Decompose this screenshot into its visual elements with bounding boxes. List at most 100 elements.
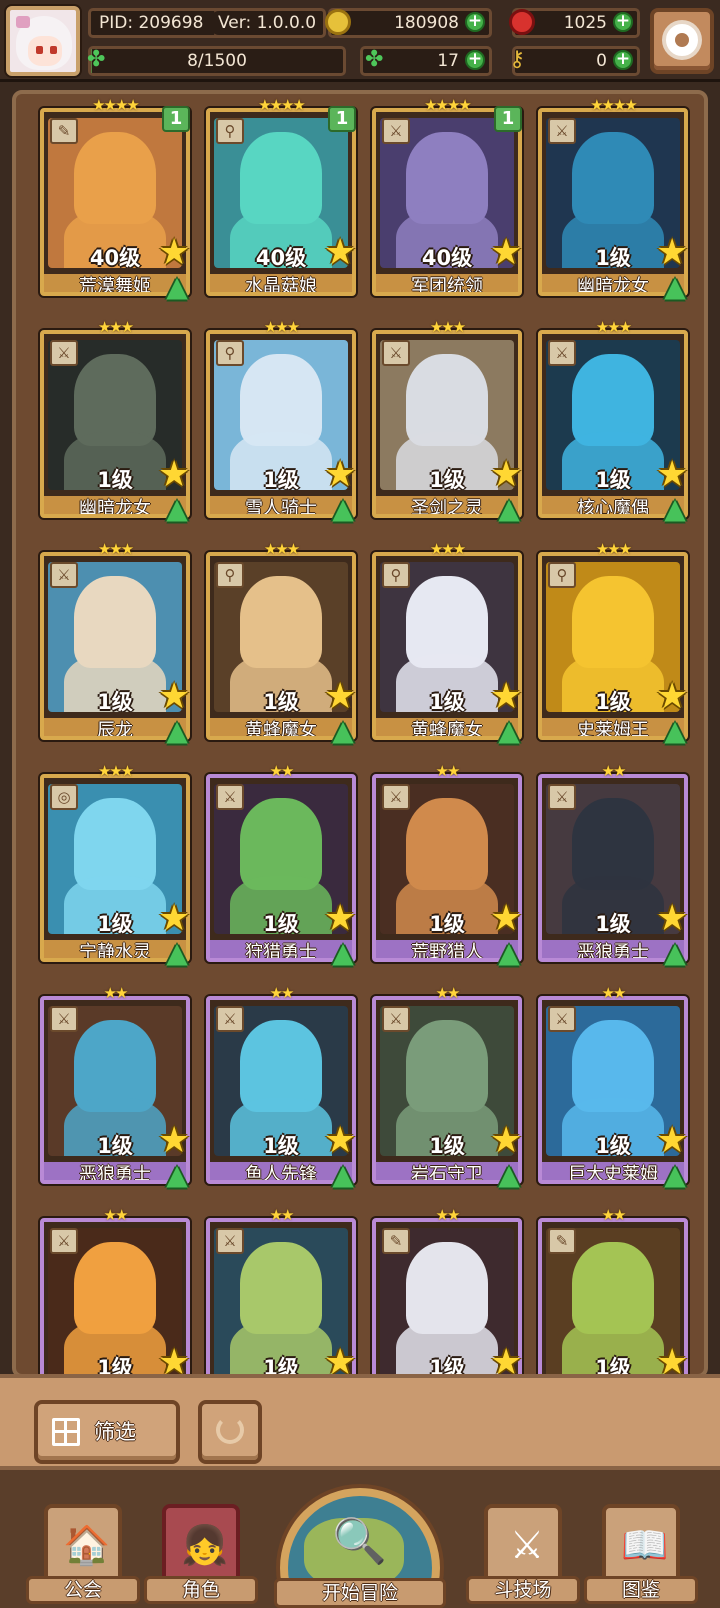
nav-character-label: 角色: [144, 1576, 258, 1604]
nav-arena[interactable]: ⚔ 斗技场: [466, 1504, 580, 1608]
star-upgrade-icon: ★: [324, 232, 357, 273]
hero-card[interactable]: 40级 水晶菇娘 ⚲ ★★★★ 1 ★: [206, 96, 356, 308]
book-icon: 📖: [621, 1523, 669, 1567]
star-upgrade-icon: ★: [490, 898, 523, 939]
sword-icon: ⚔: [50, 340, 78, 366]
star-upgrade-icon: ★: [656, 232, 689, 273]
hero-card[interactable]: 1级 宁静水灵 ◎ ★★★ ★ ▲: [40, 762, 190, 974]
grid-icon: [52, 1418, 80, 1446]
add-gems-button[interactable]: +: [613, 12, 633, 32]
hero-rarity-stars: ★★: [269, 762, 295, 780]
nav-guild-tile: 🏠: [44, 1504, 122, 1584]
hero-collection-panel[interactable]: 40级 荒漠舞姬 ✎ ★★★★ 1 ★ ▲ 40级 水晶菇娘 ⚲ ★★★★ 1 ★ 40级 军团统领 ⚔ ★★★…: [12, 90, 708, 1378]
sword-icon: ⚔: [216, 1006, 244, 1032]
hero-count-badge: 1: [494, 106, 522, 132]
hero-card[interactable]: 1级 ⚔ ★★ ★: [40, 1206, 190, 1374]
filter-button[interactable]: 筛选: [34, 1400, 180, 1464]
nav-codex[interactable]: 📖 图鉴: [584, 1504, 698, 1608]
hero-card[interactable]: 1级 鱼人先锋 ⚔ ★★ ★ ▲: [206, 984, 356, 1196]
hero-card[interactable]: 1级 幽暗龙女 ⚔ ★★★ ★ ▲: [40, 318, 190, 530]
avatar-eye-right: [50, 46, 57, 54]
nav-arena-tile: ⚔: [484, 1504, 562, 1584]
version-bar: Ver: 1.0.0.0: [214, 8, 326, 38]
star-upgrade-icon: ★: [158, 1120, 191, 1161]
hero-rarity-stars: ★★: [601, 1206, 627, 1224]
hero-rarity-stars: ★★: [601, 762, 627, 780]
hero-card[interactable]: 1级 ⚔ ★★ ★: [206, 1206, 356, 1374]
star-upgrade-icon: ★: [656, 676, 689, 717]
wand-icon: ⚲: [216, 118, 244, 144]
hero-card[interactable]: 1级 黄蜂魔女 ⚲ ★★★ ★ ▲: [372, 540, 522, 752]
hero-rarity-stars: ★★★: [97, 762, 134, 780]
xp-text: 8/1500: [187, 51, 247, 71]
scroll-icon: ✎: [382, 1228, 410, 1254]
add-clovers-button[interactable]: +: [465, 50, 485, 70]
level-up-arrow-icon: ▲: [664, 270, 686, 303]
clover-icon: ✤: [365, 47, 384, 72]
level-up-arrow-icon: ▲: [166, 714, 188, 747]
level-up-arrow-icon: ▲: [664, 714, 686, 747]
hero-count-badge: 1: [328, 106, 356, 132]
nav-guild[interactable]: 🏠 公会: [26, 1504, 140, 1608]
nav-character[interactable]: 👧 角色: [144, 1504, 258, 1608]
pid-text: PID: 209698: [99, 13, 204, 33]
hero-rarity-stars: ★★: [103, 1206, 129, 1224]
refresh-button[interactable]: [198, 1400, 262, 1464]
hero-card[interactable]: 1级 幽暗龙女 ⚔ ★★★★ ★ ▲: [538, 96, 688, 308]
hero-card[interactable]: 1级 ✎ ★★ ★: [372, 1206, 522, 1374]
hero-card[interactable]: 1级 恶狼勇士 ⚔ ★★ ★ ▲: [538, 762, 688, 974]
add-coins-button[interactable]: +: [465, 12, 485, 32]
nav-arena-label: 斗技场: [466, 1576, 580, 1604]
hero-card[interactable]: 1级 史莱姆王 ⚲ ★★★ ★ ▲: [538, 540, 688, 752]
keys-bar: ⚷ 0 +: [509, 46, 640, 76]
hero-rarity-stars: ★★: [103, 984, 129, 1002]
level-up-arrow-icon: ▲: [166, 492, 188, 525]
nav-character-tile: 👧: [162, 1504, 240, 1584]
player-avatar[interactable]: [6, 6, 80, 76]
hero-rarity-stars: ★★★: [263, 318, 300, 336]
hero-card[interactable]: 1级 圣剑之灵 ⚔ ★★★ ★ ▲: [372, 318, 522, 530]
start-adventure-label: 开始冒险: [274, 1578, 446, 1608]
hero-card[interactable]: 1级 核心魔偶 ⚔ ★★★ ★ ▲: [538, 318, 688, 530]
avatar-eye-left: [36, 46, 43, 54]
refresh-icon: [216, 1416, 244, 1444]
character-icon: 👧: [181, 1523, 229, 1567]
guild-hall-icon: 🏠: [63, 1523, 111, 1567]
coins-value: 180908: [394, 13, 459, 33]
add-keys-button[interactable]: +: [613, 50, 633, 70]
start-adventure-button[interactable]: 🔍 开始冒险: [274, 1488, 446, 1608]
hero-card[interactable]: 40级 荒漠舞姬 ✎ ★★★★ 1 ★ ▲: [40, 96, 190, 308]
nav-codex-label: 图鉴: [584, 1576, 698, 1604]
hero-card[interactable]: 1级 恶狼勇士 ⚔ ★★ ★ ▲: [40, 984, 190, 1196]
hero-card[interactable]: 1级 荒野猎人 ⚔ ★★ ★ ▲: [372, 762, 522, 974]
avatar-bow: [16, 16, 30, 28]
coin-icon: [325, 9, 351, 35]
gems-value: 1025: [563, 13, 607, 33]
hero-name: 水晶菇娘: [210, 274, 352, 292]
hero-card[interactable]: 1级 巨大史莱姆 ⚔ ★★ ★ ▲: [538, 984, 688, 1196]
sword-icon: ⚔: [216, 1228, 244, 1254]
top-hud: PID: 209698 Ver: 1.0.0.0 180908 + 1025 +…: [0, 0, 720, 82]
level-up-arrow-icon: ▲: [166, 270, 188, 303]
hero-card[interactable]: 40级 军团统领 ⚔ ★★★★ 1 ★: [372, 96, 522, 308]
hero-rarity-stars: ★★: [435, 1206, 461, 1224]
orb-icon: ◎: [50, 784, 78, 810]
sword-icon: ⚔: [382, 118, 410, 144]
hero-card[interactable]: 1级 岩石守卫 ⚔ ★★ ★ ▲: [372, 984, 522, 1196]
sword-icon: ⚔: [50, 562, 78, 588]
star-upgrade-icon: ★: [324, 1120, 357, 1161]
hero-card[interactable]: 1级 黄蜂魔女 ⚲ ★★★ ★ ▲: [206, 540, 356, 752]
hero-card[interactable]: 1级 ✎ ★★ ★: [538, 1206, 688, 1374]
hero-card[interactable]: 1级 辰龙 ⚔ ★★★ ★ ▲: [40, 540, 190, 752]
hero-card[interactable]: 1级 雪人骑士 ⚲ ★★★ ★ ▲: [206, 318, 356, 530]
level-up-arrow-icon: ▲: [332, 1158, 354, 1191]
nav-guild-label: 公会: [26, 1576, 140, 1604]
wand-icon: ⚲: [548, 562, 576, 588]
hero-card[interactable]: 1级 狩猎勇士 ⚔ ★★ ★ ▲: [206, 762, 356, 974]
coins-bar: 180908 +: [325, 8, 492, 38]
version-text: Ver: 1.0.0.0: [218, 13, 317, 33]
settings-button[interactable]: [650, 8, 714, 74]
gem-icon: [509, 9, 535, 35]
bottom-nav: 🏠 公会 👧 角色 🔍 开始冒险 ⚔ 斗技场 📖 图鉴: [0, 1470, 720, 1608]
level-up-arrow-icon: ▲: [664, 492, 686, 525]
